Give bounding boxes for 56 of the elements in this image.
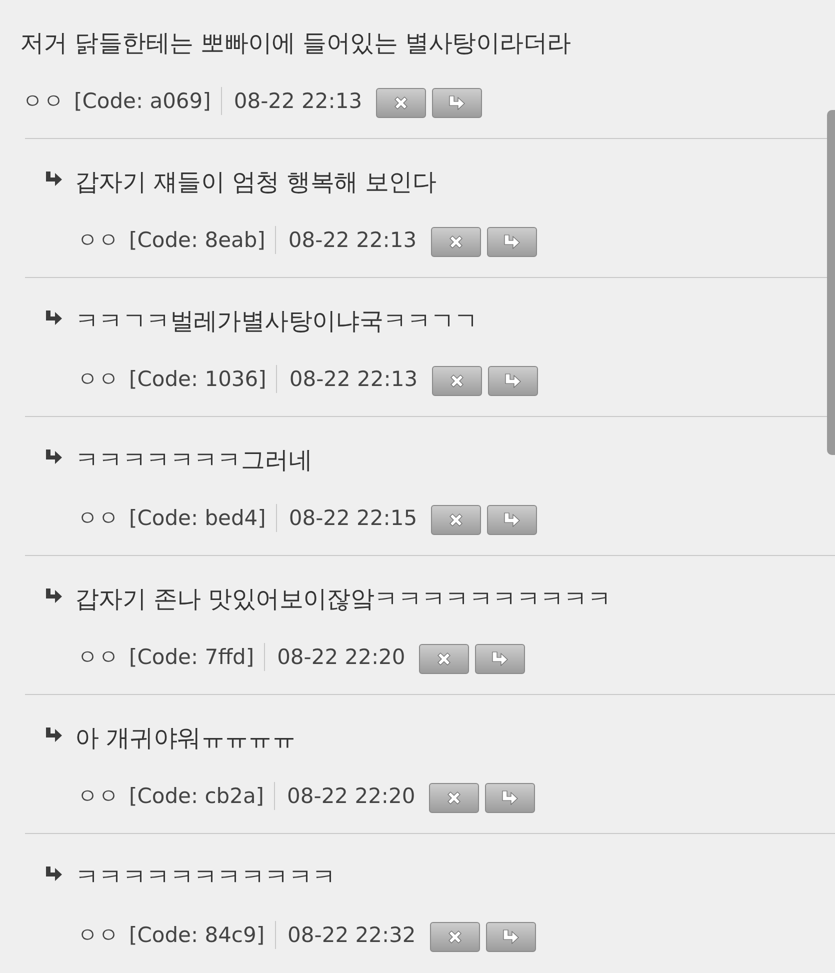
- bent-arrow-icon: [45, 310, 63, 326]
- reply-time: 08-22 22:20: [287, 784, 416, 808]
- reply-button[interactable]: [487, 505, 538, 535]
- bent-arrow-icon: [448, 95, 466, 111]
- reply-text: ㅋㅋㅋㅋㅋㅋㅋㅋㅋㅋㅋ: [75, 862, 336, 893]
- bent-arrow-icon: [45, 588, 63, 604]
- delete-button[interactable]: [419, 644, 470, 674]
- author-code: [Code: 84c9]: [129, 923, 265, 947]
- author-name: ㅇㅇ: [77, 644, 119, 671]
- bent-arrow-icon: [491, 651, 510, 667]
- reply-text: 아 개귀야워ㅠㅠㅠㅠ: [75, 723, 296, 754]
- bent-arrow-icon: [45, 449, 63, 465]
- reply-button[interactable]: [475, 644, 526, 674]
- author-name: ㅇㅇ: [22, 88, 64, 115]
- author-name: ㅇㅇ: [77, 783, 119, 810]
- delete-button[interactable]: [432, 366, 482, 396]
- reply-time: 08-22 22:13: [288, 228, 417, 252]
- delete-button[interactable]: [429, 783, 480, 813]
- reply-text: ㅋㅋㄱㅋ벌레가별사탕이냐국ㅋㅋㄱㄱ: [75, 306, 478, 337]
- delete-button[interactable]: [430, 922, 480, 952]
- author-name: ㅇㅇ: [77, 922, 119, 949]
- delete-button[interactable]: [376, 88, 426, 118]
- bent-arrow-icon: [502, 929, 520, 945]
- author-name: ㅇㅇ: [77, 366, 119, 393]
- reply-button[interactable]: [488, 366, 538, 396]
- reply-button[interactable]: [432, 88, 482, 118]
- comment-time: 08-22 22:13: [234, 89, 362, 113]
- reply-text: ㅋㅋㅋㅋㅋㅋㅋ그러네: [75, 445, 312, 476]
- bent-arrow-icon: [45, 727, 63, 743]
- author-code: [Code: bed4]: [129, 506, 266, 530]
- reply-time: 08-22 22:20: [277, 645, 406, 669]
- reply-button[interactable]: [486, 227, 537, 257]
- author-code: [Code: a069]: [74, 89, 211, 113]
- bent-arrow-icon: [45, 171, 63, 187]
- author-code: [Code: 7ffd]: [129, 645, 254, 669]
- bent-arrow-icon: [502, 234, 521, 250]
- bent-arrow-icon: [503, 512, 522, 528]
- delete-button[interactable]: [431, 505, 482, 535]
- reply-text: 갑자기 쟤들이 엄청 행복해 보인다: [75, 167, 436, 198]
- author-code: [Code: 8eab]: [129, 228, 266, 252]
- reply-time: 08-22 22:32: [288, 923, 416, 947]
- bent-arrow-icon: [45, 866, 63, 882]
- reply-button[interactable]: [486, 922, 536, 952]
- reply-time: 08-22 22:13: [289, 367, 418, 391]
- bent-arrow-icon: [504, 373, 522, 389]
- reply-text: 갑자기 존나 맛있어보이잖앜ㅋㅋㅋㅋㅋㅋㅋㅋㅋㅋ: [75, 584, 612, 615]
- reply-button[interactable]: [485, 783, 536, 813]
- comment-text: 저거 닭들한테는 뽀빠이에 들어있는 별사탕이라더라: [20, 28, 572, 59]
- author-code: [Code: cb2a]: [129, 784, 264, 808]
- author-code: [Code: 1036]: [129, 367, 266, 391]
- author-name: ㅇㅇ: [77, 227, 119, 254]
- author-name: ㅇㅇ: [77, 505, 119, 532]
- reply-time: 08-22 22:15: [288, 506, 418, 530]
- bent-arrow-icon: [501, 790, 520, 806]
- scrollbar-thumb[interactable]: [827, 110, 835, 455]
- delete-button[interactable]: [430, 227, 481, 257]
